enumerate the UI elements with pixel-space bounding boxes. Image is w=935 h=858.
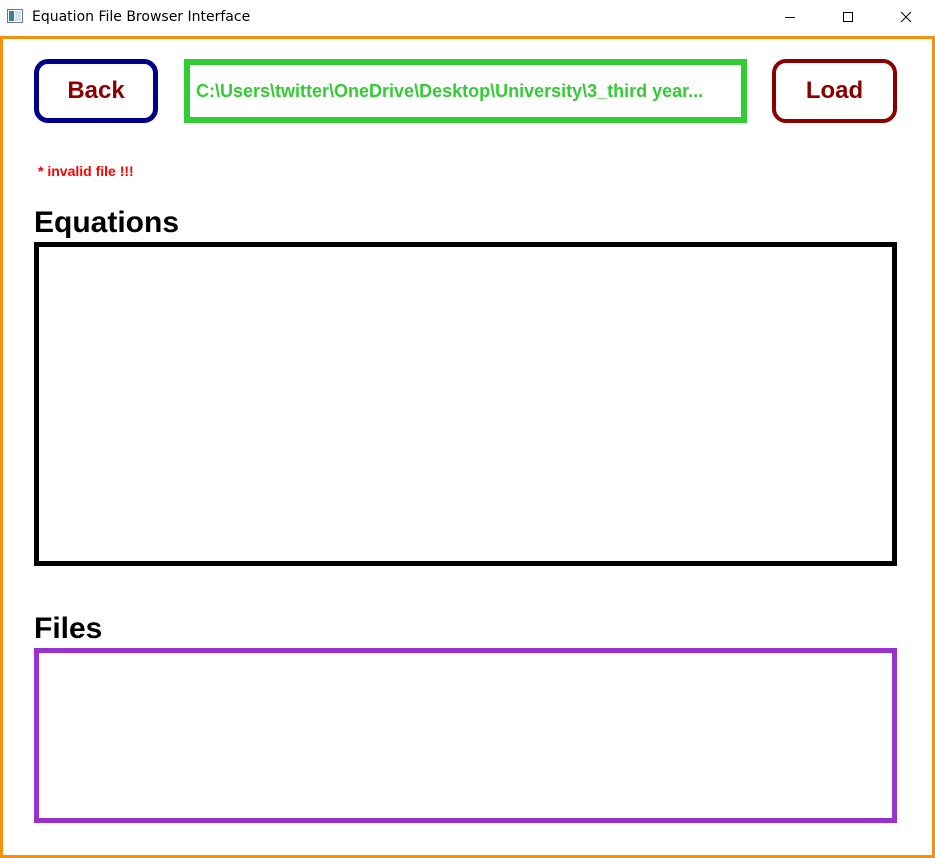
minimize-button[interactable] — [761, 0, 819, 33]
window-title: Equation File Browser Interface — [32, 9, 251, 25]
maximize-icon — [843, 11, 853, 22]
files-list[interactable] — [34, 648, 897, 823]
equations-list[interactable] — [34, 242, 897, 566]
app-window-icon — [7, 9, 23, 23]
back-button[interactable]: Back — [34, 59, 158, 123]
close-button[interactable] — [877, 0, 935, 33]
load-button[interactable]: Load — [772, 59, 897, 123]
title-bar: Equation File Browser Interface — [0, 0, 935, 34]
equations-heading: Equations — [34, 206, 180, 239]
file-path-value: C:\Users\twitter\OneDrive\Desktop\Univer… — [196, 80, 704, 101]
files-heading: Files — [34, 612, 103, 645]
minimize-icon — [785, 16, 795, 18]
close-icon — [900, 11, 912, 22]
maximize-button[interactable] — [819, 0, 877, 33]
file-path-field[interactable]: C:\Users\twitter\OneDrive\Desktop\Univer… — [184, 59, 747, 123]
error-message: * invalid file !!! — [38, 163, 134, 179]
